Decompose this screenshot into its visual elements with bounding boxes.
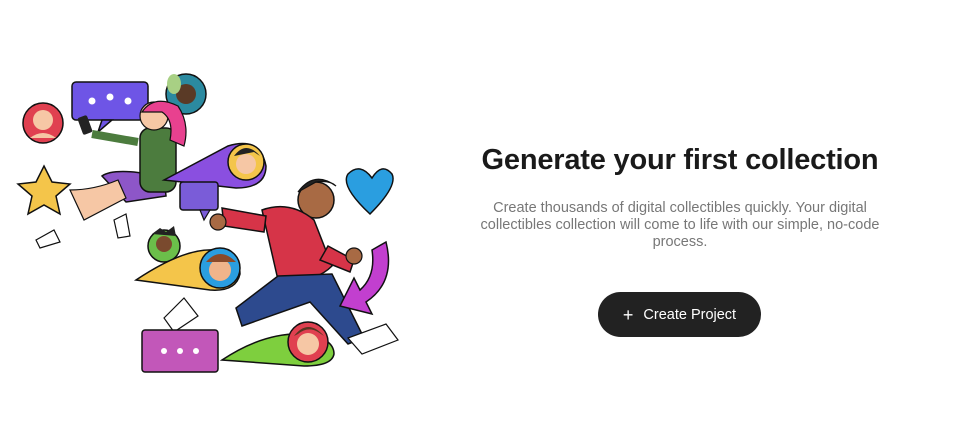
star-shape bbox=[16, 164, 72, 216]
create-project-label: Create Project bbox=[643, 306, 737, 323]
empty-state-title: Generate your first collection bbox=[481, 144, 879, 176]
collection-illustration-svg bbox=[16, 73, 399, 373]
plus-icon: + bbox=[622, 304, 634, 325]
empty-state-description: Create thousands of digital collectibles… bbox=[480, 200, 880, 250]
speech-bubble-pink bbox=[141, 329, 219, 373]
empty-state-panel: Generate your first collection Create th… bbox=[470, 140, 890, 337]
avatar-circle-red bbox=[22, 102, 64, 144]
small-bubble bbox=[179, 181, 219, 222]
hero-illustration bbox=[14, 70, 404, 380]
avatar-circle-green bbox=[147, 226, 181, 263]
create-project-button[interactable]: + Create Project bbox=[598, 292, 761, 337]
heart-shape bbox=[345, 168, 394, 216]
comet-green bbox=[219, 321, 335, 367]
